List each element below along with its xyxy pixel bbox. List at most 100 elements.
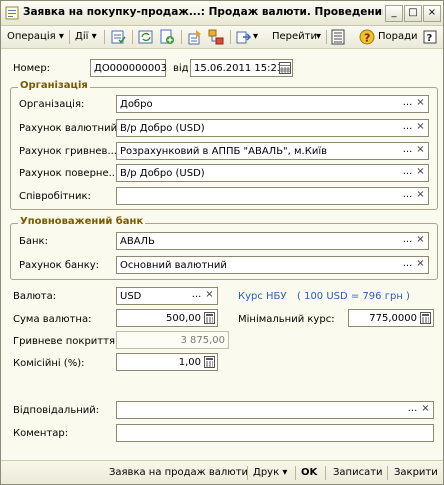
select-button[interactable]: ... bbox=[401, 258, 414, 272]
uah-account-field[interactable]: Розрахунковий в АППБ "АВАЛЬ", м.Київ ...… bbox=[116, 142, 429, 160]
refresh-icon[interactable] bbox=[138, 29, 154, 45]
clear-icon[interactable]: × bbox=[414, 144, 427, 158]
toolbar-separator bbox=[69, 30, 70, 44]
clear-icon[interactable]: × bbox=[203, 289, 216, 303]
commission-value: 1,00 bbox=[178, 357, 201, 368]
amount-field[interactable]: 500,00 bbox=[116, 309, 218, 327]
currency-field[interactable]: USD ... × bbox=[116, 287, 218, 305]
toolbar-separator bbox=[132, 30, 133, 44]
clear-icon[interactable]: × bbox=[414, 121, 427, 135]
return-account-label: Рахунок поверне... bbox=[19, 168, 119, 179]
print-menu-button[interactable]: Друк ▾ bbox=[253, 465, 287, 481]
select-button[interactable]: ... bbox=[401, 121, 414, 135]
number-label: Номер: bbox=[13, 63, 51, 74]
employee-label: Співробітник: bbox=[19, 191, 91, 202]
select-button[interactable]: ... bbox=[401, 144, 414, 158]
currency-label: Валюта: bbox=[13, 291, 57, 302]
organization-field[interactable]: Добро ... × bbox=[116, 95, 429, 113]
return-account-field[interactable]: В/р Добро (USD) ... × bbox=[116, 164, 429, 182]
bank-value: АВАЛЬ bbox=[120, 236, 155, 247]
calculator-icon[interactable] bbox=[420, 312, 431, 324]
chevron-down-icon: ▾ bbox=[91, 31, 97, 42]
clear-icon[interactable]: × bbox=[419, 403, 432, 417]
operation-menu[interactable]: Операція ▾ bbox=[7, 29, 64, 45]
svg-text:?: ? bbox=[427, 33, 433, 44]
post-document-icon[interactable] bbox=[110, 29, 126, 45]
commission-field[interactable]: 1,00 bbox=[116, 353, 218, 371]
help-icon: ? bbox=[359, 29, 375, 45]
help-book-icon[interactable]: ? bbox=[422, 29, 438, 45]
uah-account-label: Рахунок гривнев... bbox=[19, 146, 117, 157]
select-button[interactable]: ... bbox=[401, 234, 414, 248]
bank-group-title: Уповноважений банк bbox=[18, 216, 146, 227]
chevron-down-icon: ▾ bbox=[58, 31, 64, 42]
date-field[interactable]: 15.06.2011 15:23 bbox=[190, 59, 293, 77]
close-window-button[interactable]: × bbox=[423, 5, 441, 22]
organization-label: Організація: bbox=[19, 99, 85, 110]
select-button[interactable]: ... bbox=[401, 189, 414, 203]
clear-icon[interactable]: × bbox=[414, 97, 427, 111]
structure-icon[interactable] bbox=[208, 29, 224, 45]
organization-group-title: Організація bbox=[18, 80, 90, 91]
toolbar-separator bbox=[326, 30, 327, 44]
ok-button[interactable]: OK bbox=[301, 465, 317, 481]
go-to-menu-label: Перейти bbox=[272, 31, 317, 42]
command-separator bbox=[295, 466, 296, 480]
nbu-rate-text: ( 100 USD = 796 грн ) bbox=[297, 291, 410, 302]
clear-icon[interactable]: × bbox=[414, 234, 427, 248]
title-bar[interactable]: Заявка на покупку-продаж...: Продаж валю… bbox=[1, 1, 443, 26]
clear-icon[interactable]: × bbox=[414, 166, 427, 180]
responsible-label: Відповідальний: bbox=[13, 405, 100, 416]
comment-label: Коментар: bbox=[13, 428, 69, 439]
currency-account-field[interactable]: В/р Добро (USD) ... × bbox=[116, 119, 429, 137]
employee-field[interactable]: ... × bbox=[116, 187, 429, 205]
print-menu-label: Друк bbox=[253, 467, 280, 478]
chevron-down-icon: ▾ bbox=[282, 467, 288, 478]
document-window: Заявка на покупку-продаж...: Продаж валю… bbox=[0, 0, 444, 485]
bank-field[interactable]: АВАЛЬ ... × bbox=[116, 232, 429, 250]
window-title: Заявка на покупку-продаж...: Продаж валю… bbox=[23, 6, 383, 18]
sale-request-print-button[interactable]: Заявка на продаж валюти bbox=[109, 465, 248, 481]
maximize-button[interactable]: □ bbox=[404, 5, 422, 22]
select-button[interactable]: ... bbox=[406, 403, 419, 417]
calculator-icon[interactable] bbox=[204, 312, 215, 324]
uah-coverage-value: 3 875,00 bbox=[180, 335, 225, 346]
organization-value: Добро bbox=[120, 99, 153, 110]
commission-label: Комісійні (%): bbox=[13, 358, 85, 369]
toolbar-separator bbox=[181, 30, 182, 44]
toolbar-separator bbox=[104, 30, 105, 44]
currency-value: USD bbox=[120, 291, 142, 302]
command-separator bbox=[247, 466, 248, 480]
uah-coverage-field: 3 875,00 bbox=[116, 331, 229, 349]
close-button[interactable]: Закрити bbox=[394, 465, 438, 481]
calendar-icon[interactable] bbox=[279, 62, 291, 74]
comment-field[interactable] bbox=[116, 424, 434, 442]
number-field[interactable]: ДО000000003 bbox=[90, 59, 167, 77]
clear-icon[interactable]: × bbox=[414, 189, 427, 203]
minimize-button[interactable]: _ bbox=[385, 5, 403, 22]
amount-label: Сума валютна: bbox=[13, 314, 92, 325]
chevron-down-icon: ▾ bbox=[253, 31, 259, 42]
toolbar: Операція ▾ Дії ▾ ▾ Перейти ▾ ? Поради ? bbox=[1, 26, 443, 49]
add-document-icon[interactable] bbox=[159, 29, 175, 45]
responsible-field[interactable]: ... × bbox=[116, 401, 434, 419]
date-value: 15.06.2011 15:23 bbox=[194, 63, 284, 74]
select-button[interactable]: ... bbox=[401, 97, 414, 111]
bank-account-value: Основний валютний bbox=[120, 260, 227, 271]
toolbar-separator bbox=[230, 30, 231, 44]
actions-menu[interactable]: Дії ▾ bbox=[75, 29, 97, 45]
min-rate-field[interactable]: 775,0000 bbox=[348, 309, 434, 327]
select-button[interactable]: ... bbox=[401, 166, 414, 180]
bank-account-field[interactable]: Основний валютний ... × bbox=[116, 256, 429, 274]
select-button[interactable]: ... bbox=[190, 289, 203, 303]
calculator-icon[interactable] bbox=[204, 356, 215, 368]
uah-coverage-label: Гривневе покриття: bbox=[13, 336, 119, 347]
bank-label: Банк: bbox=[19, 236, 48, 247]
form-settings-icon[interactable] bbox=[330, 29, 346, 45]
bank-account-label: Рахунок банку: bbox=[19, 260, 100, 271]
operation-menu-label: Операція bbox=[7, 31, 56, 42]
clear-icon[interactable]: × bbox=[414, 258, 427, 272]
save-button[interactable]: Записати bbox=[333, 465, 383, 481]
movements-icon[interactable] bbox=[187, 29, 203, 45]
nbu-rate-link[interactable]: Курс НБУ bbox=[238, 290, 287, 304]
